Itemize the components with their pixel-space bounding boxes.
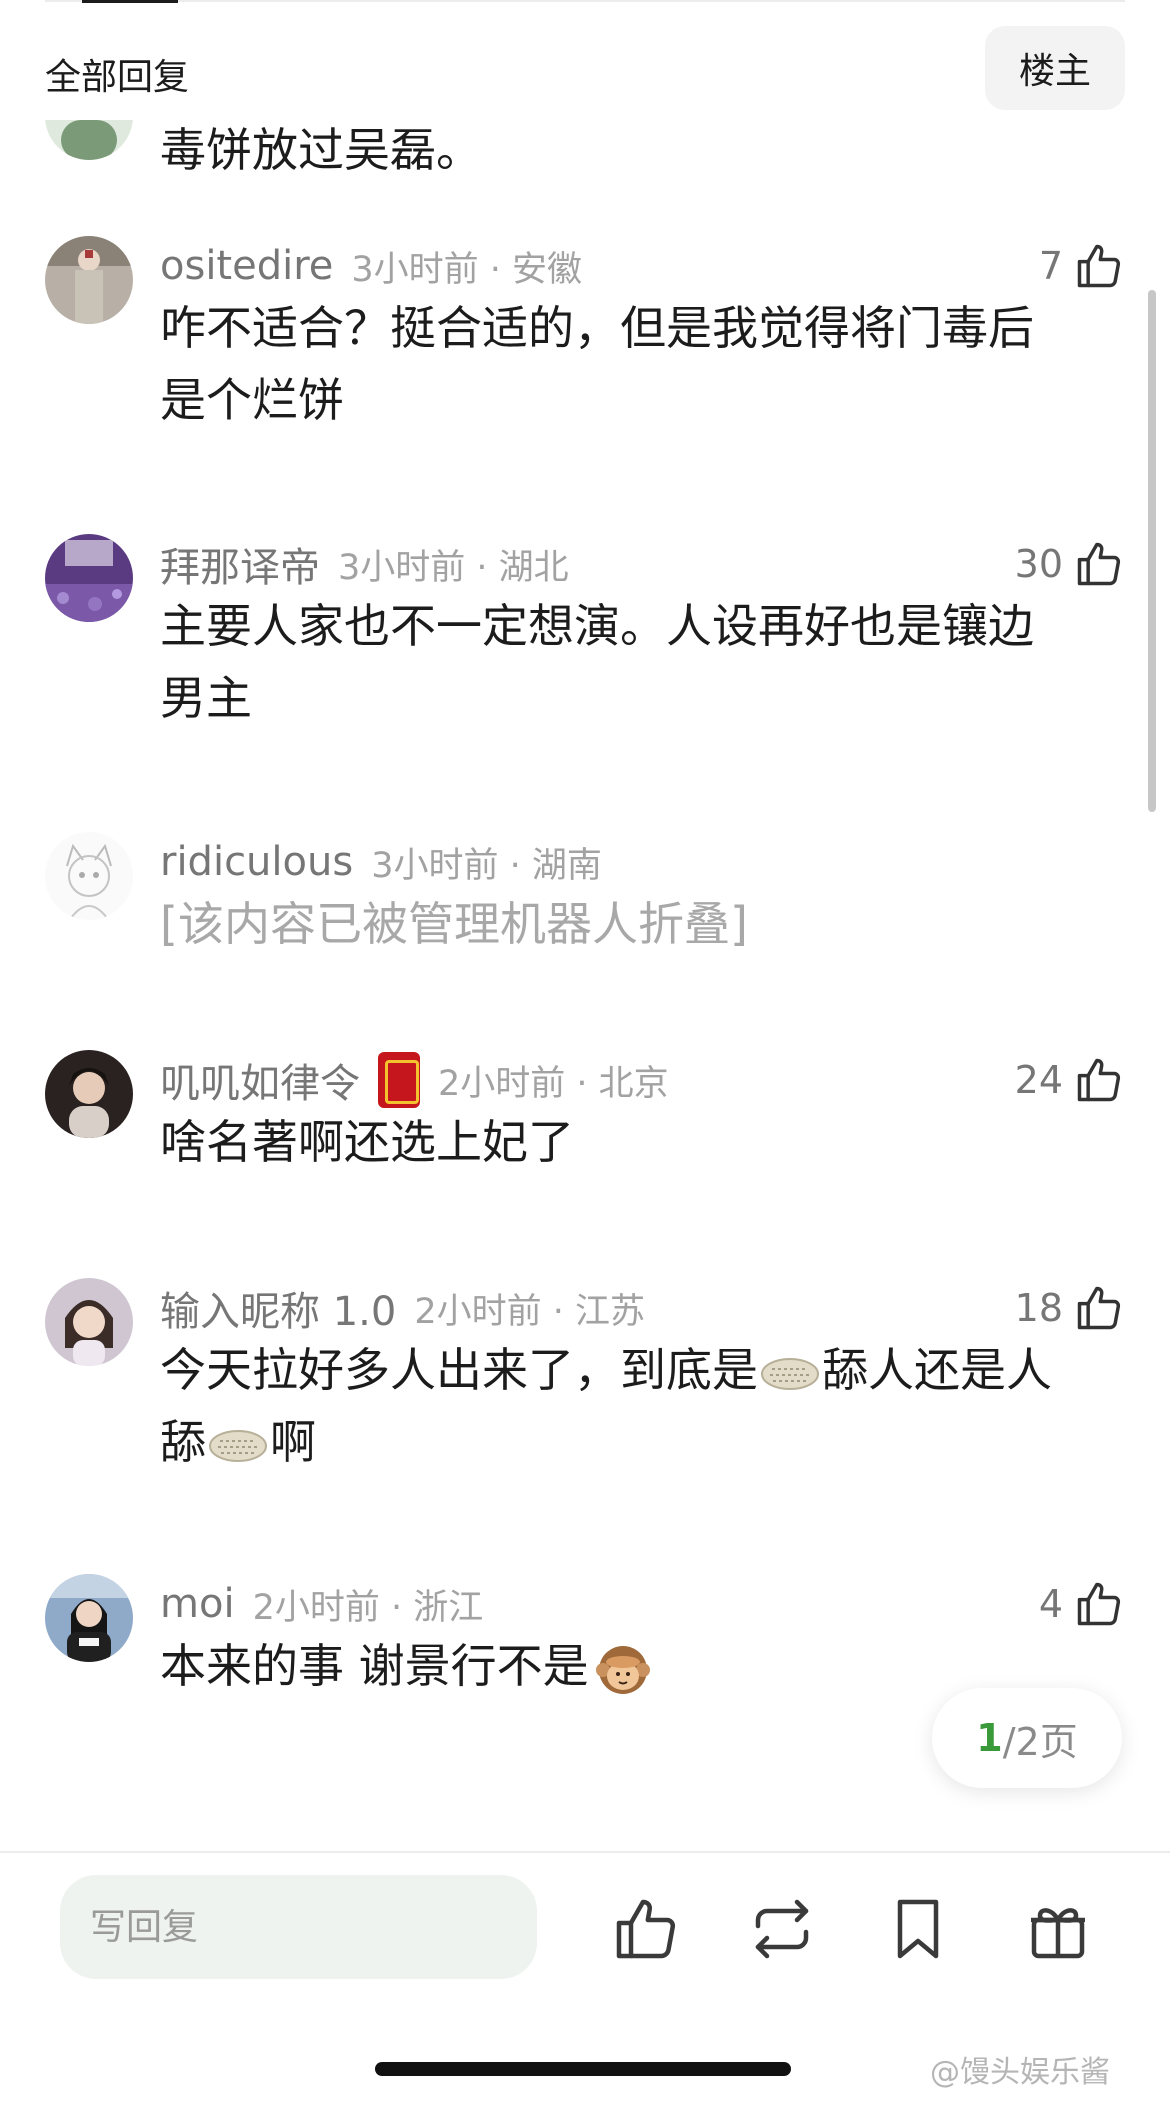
username[interactable]: ositedire [160, 243, 333, 289]
like-count: 18 [1014, 1286, 1063, 1330]
home-indicator[interactable] [375, 2062, 791, 2076]
like-count: 24 [1014, 1058, 1063, 1102]
repost-icon [755, 1899, 809, 1959]
top-divider [45, 0, 1125, 2]
comment-meta: 输入昵称 1.0 2小时前 · 江苏 [160, 1280, 645, 1336]
comment-text: 今天拉好多人出来了，到底是 舔人还是人 舔啊 [160, 1343, 1052, 1469]
thumbs-up-icon [1077, 1058, 1121, 1102]
like-count: 7 [1038, 244, 1063, 288]
time-location: 3小时前 · 湖南 [371, 845, 602, 886]
watermark: @馒头娱乐酱 [930, 2055, 1110, 2090]
like-button[interactable]: 18 [1015, 1278, 1125, 1338]
folded-notice: [该内容已被管理机器人折叠] [160, 897, 748, 951]
thumbs-up-icon [1077, 542, 1121, 586]
like-button[interactable]: 30 [1015, 534, 1125, 594]
comment-text: 毒饼放过吴磊。 [160, 123, 482, 177]
comment-text: 主要人家也不一定想演。人设再好也是镶边 男主 [160, 599, 1034, 725]
like-button[interactable]: 4 [1039, 1574, 1125, 1634]
flatbread-emoji-icon [209, 1429, 267, 1462]
see-no-evil-monkey-emoji-icon [595, 1645, 650, 1694]
scrollbar[interactable] [1148, 290, 1156, 812]
comment-meta: ositedire 3小时前 · 安徽 [160, 238, 582, 294]
time-location: 2小时前 · 浙江 [252, 1587, 484, 1628]
green-figure-avatar[interactable] [45, 120, 133, 160]
username[interactable]: moi [160, 1581, 235, 1627]
like-button[interactable]: 24 [1015, 1050, 1125, 1110]
comment-list[interactable]: 毒饼放过吴磊。 ositedire 3小时前 · 安徽 7 咋不适合？挺合适的，… [0, 120, 1170, 1855]
like-count: 30 [1014, 542, 1063, 586]
thumbs-up-icon [1077, 1286, 1121, 1330]
figure-in-costume-avatar[interactable] [45, 236, 133, 324]
all-replies-title: 全部回复 [45, 57, 190, 98]
thumbs-up-icon [1077, 244, 1121, 288]
bottom-action-bar: @馒头娱乐酱 [0, 1853, 1170, 2108]
comment-meta: moi 2小时前 · 浙江 [160, 1576, 483, 1632]
gift-button[interactable] [1022, 1893, 1094, 1965]
like-count: 4 [1038, 1582, 1063, 1626]
comment-meta: 拜那译帝 3小时前 · 湖北 [160, 536, 569, 592]
gift-icon [1031, 1908, 1085, 1959]
replies-header: 全部回复 楼主 [0, 18, 1170, 118]
time-location: 2小时前 · 北京 [438, 1063, 669, 1104]
repost-button[interactable] [746, 1893, 818, 1965]
bookmark-button[interactable] [882, 1893, 954, 1965]
woman-portrait-avatar[interactable] [45, 1050, 133, 1138]
username[interactable]: 拜那译帝 [160, 535, 320, 593]
flatbread-emoji-icon [761, 1357, 819, 1390]
reply-input[interactable] [60, 1875, 537, 1979]
thumbs-up-icon [616, 1899, 676, 1959]
like-action-button[interactable] [610, 1893, 682, 1965]
active-tab-indicator [82, 0, 178, 3]
page-indicator[interactable]: 1/2页 [932, 1688, 1122, 1788]
comment-meta: 叽叽如律令 2小时前 · 北京 [160, 1052, 669, 1108]
thumbs-up-icon [1077, 1582, 1121, 1626]
total-pages: /2页 [1002, 1719, 1078, 1764]
username[interactable]: ridiculous [160, 839, 353, 885]
comment-meta: ridiculous 3小时前 · 湖南 [160, 834, 602, 890]
racing-woman-avatar[interactable] [45, 1574, 133, 1662]
red-envelope-badge-icon [378, 1052, 420, 1108]
woman-face-avatar[interactable] [45, 1278, 133, 1366]
author-only-button[interactable]: 楼主 [985, 26, 1125, 110]
like-button[interactable]: 7 [1039, 236, 1125, 296]
time-location: 3小时前 · 湖北 [338, 547, 569, 588]
bookmark-icon [897, 1899, 939, 1959]
time-location: 3小时前 · 安徽 [351, 249, 583, 290]
comment-text: 啥名著啊还选上妃了 [160, 1115, 574, 1169]
username[interactable]: 叽叽如律令 [160, 1051, 360, 1109]
time-location: 2小时前 · 江苏 [414, 1291, 645, 1332]
username[interactable]: 输入昵称 1.0 [160, 1279, 396, 1337]
sketch-cat-girl-avatar[interactable] [45, 832, 133, 920]
current-page: 1 [976, 1716, 1003, 1760]
purple-flowers-avatar[interactable] [45, 534, 133, 622]
comment-text: 咋不适合？挺合适的，但是我觉得将门毒后 是个烂饼 [160, 301, 1034, 427]
